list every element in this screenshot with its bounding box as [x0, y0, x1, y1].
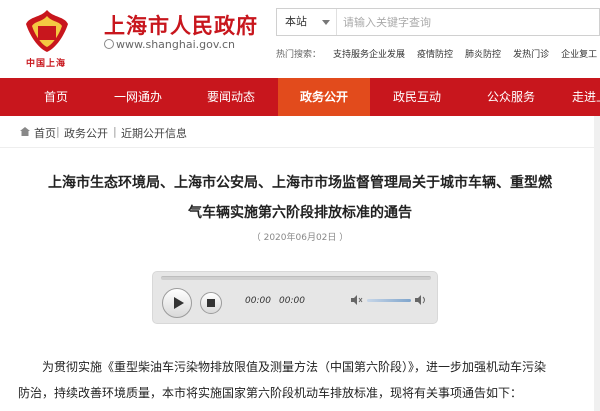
breadcrumb-separator: | [113, 125, 117, 138]
site-url-text: www.shanghai.gov.cn [116, 38, 236, 51]
search-input[interactable] [343, 12, 593, 32]
shanghai-emblem-icon[interactable] [24, 8, 70, 54]
stop-button[interactable] [200, 292, 222, 314]
hot-search-link[interactable]: 发热门诊 [513, 50, 549, 60]
site-title[interactable]: 上海市人民政府 [104, 10, 258, 40]
site-header: 中国上海 上海市人民政府 www.shanghai.gov.cn 本站 热门搜索… [0, 0, 600, 78]
nav-item-public-service[interactable]: 公众服务 [472, 78, 550, 116]
article-title-line1: 上海市生态环境局、上海市公安局、上海市市场监督管理局关于城市车辆、重型燃 [48, 175, 552, 191]
globe-icon [104, 39, 114, 49]
publish-date: （ 2020年06月02日 ） [251, 233, 349, 243]
breadcrumb-recent-info[interactable]: 近期公开信息 [121, 125, 187, 141]
article-title-line2: 气车辆实施第六阶段排放标准的通告 [188, 205, 412, 221]
breadcrumb-gov-affairs[interactable]: 政务公开 [64, 125, 108, 141]
home-icon [20, 127, 30, 136]
play-button[interactable] [162, 288, 192, 318]
volume-slider[interactable] [367, 299, 411, 302]
nav-item-home[interactable]: 首页 [18, 78, 94, 116]
hot-search-link[interactable]: 肺炎防控 [465, 50, 501, 60]
current-time: 00:00 [245, 296, 271, 306]
hot-search-link[interactable]: 企业复工 [561, 50, 597, 60]
volume-icon[interactable] [415, 295, 427, 305]
article-paragraph-line1: 为贯彻实施《重型柴油车污染物排放限值及测量方法（中国第六阶段）》，进一步加强机动… [42, 360, 547, 374]
main-nav: 首页 一网通办 要闻动态 政务公开 政民互动 公众服务 走进上海 [0, 78, 600, 116]
nav-item-explore[interactable]: 走进上海 [572, 78, 600, 116]
nav-item-interaction[interactable]: 政民互动 [378, 78, 456, 116]
page-scrollbar[interactable] [594, 116, 600, 411]
nav-item-gov-affairs[interactable]: 政务公开 [278, 78, 370, 116]
chevron-down-icon [322, 20, 330, 25]
article-paragraph-line2: 防治，持续改善环境质量，本市将实施国家第六阶段机动车排放标准，现将有关事项通告如… [18, 386, 523, 400]
nav-item-one-network[interactable]: 一网通办 [100, 78, 176, 116]
breadcrumb-separator: | [56, 125, 60, 138]
stop-icon [207, 299, 215, 307]
breadcrumb-home[interactable]: 首页 [34, 125, 56, 141]
play-icon [174, 297, 184, 309]
search-box: 本站 [276, 8, 600, 36]
hot-search-link[interactable]: 疫情防控 [417, 50, 453, 60]
search-scope-label: 本站 [285, 15, 307, 28]
site-url: www.shanghai.gov.cn [104, 38, 235, 51]
hot-search-link[interactable]: 支持服务企业发展 [333, 50, 405, 60]
audio-progress-bar[interactable] [161, 276, 431, 280]
search-scope-select[interactable]: 本站 [277, 9, 337, 35]
audio-player: 00:00 00:00 [152, 271, 438, 324]
nav-item-news[interactable]: 要闻动态 [192, 78, 270, 116]
mute-icon[interactable] [351, 295, 363, 305]
logo-caption: 中国上海 [26, 59, 67, 69]
hot-search-bar: 热门搜索： 支持服务企业发展 疫情防控 肺炎防控 发热门诊 企业复工 [276, 47, 600, 63]
breadcrumb: 首页 | 政务公开 | 近期公开信息 [0, 116, 600, 148]
duration: 00:00 [279, 296, 305, 306]
hot-search-label: 热门搜索： [276, 50, 322, 60]
